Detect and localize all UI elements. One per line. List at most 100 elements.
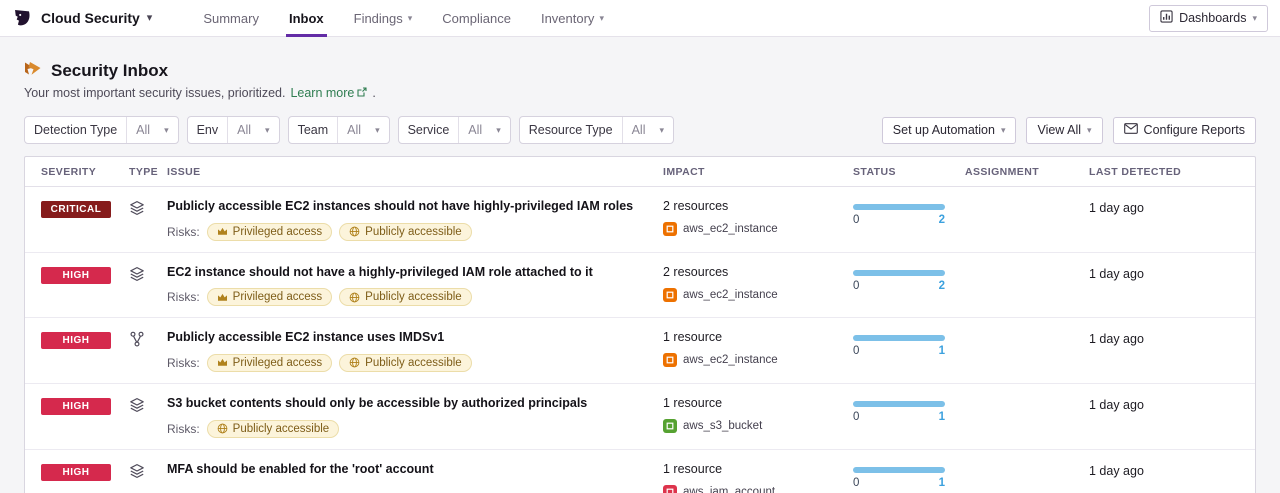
status-progress-bar [853, 335, 945, 342]
issue-title[interactable]: MFA should be enabled for the 'root' acc… [167, 462, 653, 478]
risk-label: Publicly accessible [365, 291, 462, 304]
tab-summary[interactable]: Summary [188, 0, 274, 37]
filter-env[interactable]: Env All ▾ [186, 116, 280, 144]
filter-service[interactable]: Service All ▾ [397, 116, 511, 144]
status-open-count: 0 [853, 476, 860, 489]
issue-title[interactable]: Publicly accessible EC2 instances should… [167, 199, 653, 215]
resource-tag[interactable]: aws_s3_bucket [663, 418, 843, 433]
issue-title[interactable]: S3 bucket contents should only be access… [167, 396, 653, 412]
severity-badge: CRITICAL [41, 201, 111, 218]
tab-inventory[interactable]: Inventory ▾ [526, 0, 619, 37]
status-progress-bar [853, 466, 945, 473]
status-total-count: 1 [938, 345, 945, 358]
filter-value: All [468, 123, 483, 137]
resource-label: aws_iam_account [683, 485, 776, 493]
filter-value-dropdown[interactable]: All ▾ [126, 117, 177, 143]
severity-badge: HIGH [41, 463, 111, 481]
filter-value: All [237, 123, 252, 137]
risk-label: Privileged access [232, 291, 323, 304]
chevron-down-icon: ▾ [1000, 124, 1006, 135]
filter-label: Env [196, 123, 219, 137]
risk-tag: Publicly accessible [339, 353, 472, 372]
posture-finding-icon [129, 200, 145, 216]
page-subtitle: Your most important security issues, pri… [24, 86, 286, 100]
dashboards-label: Dashboards [1179, 11, 1247, 25]
status-progress-bar [853, 400, 945, 407]
filter-value-dropdown[interactable]: All ▾ [621, 117, 673, 143]
risks-label: Risks: [167, 290, 200, 305]
filter-label: Detection Type [34, 123, 118, 137]
resource-tag[interactable]: aws_ec2_instance [663, 287, 843, 302]
filter-value-dropdown[interactable]: All ▾ [337, 117, 388, 143]
view-all-button[interactable]: View All ▾ [1026, 116, 1103, 144]
last-detected: 1 day ago [1089, 266, 1144, 281]
external-link-icon [357, 86, 367, 100]
resource-label: aws_s3_bucket [683, 419, 763, 432]
status-total-count: 1 [938, 410, 945, 423]
filter-actions: Set up Automation ▾ View All ▾ Configure… [881, 116, 1256, 144]
tab-compliance[interactable]: Compliance [427, 0, 526, 37]
issue-title[interactable]: Publicly accessible EC2 instance uses IM… [167, 330, 653, 346]
chevron-down-icon: ▾ [599, 12, 604, 23]
filter-resource-type[interactable]: Resource Type All ▾ [518, 116, 675, 144]
tab-label: Compliance [442, 10, 511, 26]
filter-value: All [136, 123, 151, 137]
envelope-icon [1123, 123, 1138, 137]
filter-value: All [631, 123, 646, 137]
crown-icon [217, 227, 228, 236]
filter-detection-type[interactable]: Detection Type All ▾ [24, 116, 179, 144]
tab-label: Findings [353, 10, 403, 26]
risk-label: Publicly accessible [232, 422, 330, 435]
filter-label: Service [407, 123, 450, 137]
issue-row[interactable]: HIGH EC2 instance should not have a highl… [25, 253, 1255, 319]
status-open-count: 0 [853, 279, 860, 292]
risk-tag: Publicly accessible [339, 288, 472, 307]
aws-s3-icon [663, 418, 677, 433]
issue-row[interactable]: HIGH Publicly accessible EC2 instance use… [25, 318, 1255, 384]
status-total-count: 1 [938, 476, 945, 489]
impact-count: 2 resources [663, 199, 729, 213]
aws-ec2-icon [663, 222, 677, 236]
posture-finding-icon [129, 266, 145, 282]
chevron-down-icon: ▾ [496, 124, 501, 135]
resource-label: aws_ec2_instance [683, 354, 778, 367]
issue-title[interactable]: EC2 instance should not have a highly-pr… [167, 265, 653, 281]
tab-label: Summary [203, 10, 259, 26]
set-up-automation-button[interactable]: Set up Automation ▾ [881, 116, 1017, 144]
column-header-impact: IMPACT [663, 166, 705, 178]
tab-inbox[interactable]: Inbox [274, 0, 339, 37]
globe-icon [349, 292, 360, 303]
crown-icon [217, 358, 228, 367]
status-progress-bar [853, 269, 945, 276]
risk-tag: Publicly accessible [339, 222, 472, 241]
resource-tag[interactable]: aws_ec2_instance [663, 353, 843, 368]
resource-tag[interactable]: aws_iam_account [663, 484, 843, 493]
top-nav: Cloud Security ▾ Summary Inbox Findings ▾ Co… [0, 0, 1280, 37]
chevron-down-icon: ▾ [407, 12, 413, 23]
impact-count: 2 resources [663, 264, 729, 279]
severity-badge: HIGH [41, 397, 111, 415]
learn-more-link[interactable]: Learn more [290, 86, 367, 100]
tab-label: Inbox [288, 10, 324, 26]
severity-badge: HIGH [41, 266, 111, 284]
status-open-count: 0 [853, 410, 860, 423]
filter-team[interactable]: Team All ▾ [287, 116, 390, 144]
issue-row[interactable]: HIGH S3 bucket contents should only be ac… [25, 384, 1255, 450]
column-header-last-detected: LAST DETECTED [1089, 166, 1182, 178]
configure-reports-button[interactable]: Configure Reports [1112, 116, 1256, 144]
issue-row[interactable]: CRITICAL Publicly accessible EC2 instance… [25, 187, 1255, 253]
datadog-logo[interactable] [12, 8, 33, 29]
chevron-down-icon: ▾ [146, 11, 153, 24]
filter-value-dropdown[interactable]: All ▾ [227, 117, 278, 143]
column-header-assignment: ASSIGNMENT [965, 166, 1040, 178]
dashboards-button[interactable]: Dashboards ▾ [1149, 4, 1268, 32]
posture-finding-icon [129, 463, 145, 479]
resource-tag[interactable]: aws_ec2_instance [663, 222, 843, 236]
table-body: CRITICAL Publicly accessible EC2 instance… [25, 187, 1255, 493]
column-header-issue: ISSUE [167, 166, 201, 178]
product-switcher[interactable]: Cloud Security ▾ [41, 10, 152, 26]
filter-value-dropdown[interactable]: All ▾ [458, 117, 509, 143]
issue-row[interactable]: HIGH MFA should be enabled for the 'root'… [25, 450, 1255, 493]
resource-label: aws_ec2_instance [683, 288, 778, 301]
tab-findings[interactable]: Findings ▾ [339, 0, 428, 37]
